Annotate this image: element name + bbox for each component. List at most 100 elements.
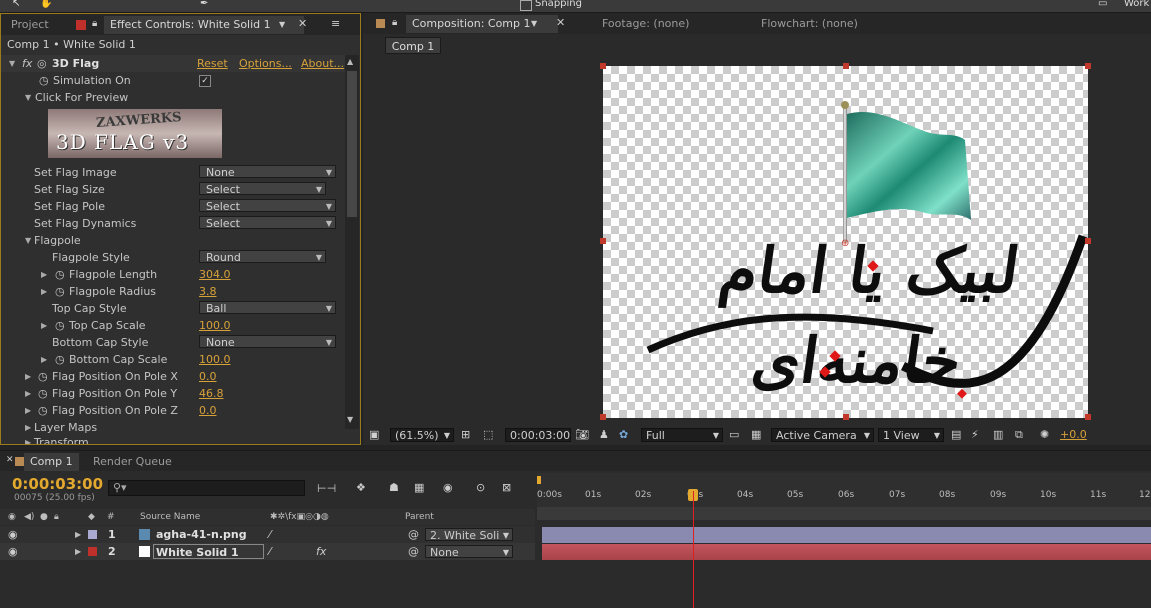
exposure-icon[interactable]: ✺ — [1040, 428, 1049, 442]
flag-dynamics-dropdown[interactable]: Select ▼ — [199, 216, 336, 230]
layer-row[interactable]: ◉ ▶ 1 agha-41-n.png ⁄ @ 2. White Soli ▼ — [0, 526, 535, 543]
flagpole-radius-value[interactable]: 3.8 — [199, 283, 217, 300]
transform-handle[interactable] — [1085, 238, 1091, 244]
effect-scrollbar[interactable]: ▲ ▼ — [345, 55, 359, 429]
camera-icon[interactable]: 📷︎ — [575, 428, 589, 442]
transform-handle[interactable] — [1085, 414, 1091, 420]
scroll-down-icon[interactable]: ▼ — [347, 415, 357, 427]
transform-handle[interactable] — [843, 414, 849, 420]
transform-handle[interactable] — [600, 414, 606, 420]
expand-triangle-icon[interactable]: ▶ — [25, 402, 31, 419]
layer-2-duration-bar[interactable] — [542, 544, 1151, 560]
eye-icon[interactable]: ◉ — [8, 526, 18, 543]
view-layout-dropdown[interactable]: 1 View ▼ — [878, 428, 944, 442]
layer-1-duration-bar[interactable] — [542, 527, 1151, 543]
flag-position-x-value[interactable]: 0.0 — [199, 368, 217, 385]
close-icon[interactable]: ✕ — [556, 16, 565, 29]
tab-comp-1[interactable]: Comp 1 — [24, 453, 79, 471]
comp-navigator-button[interactable]: Comp 1 — [385, 37, 441, 54]
flagpole-length-value[interactable]: 304.0 — [199, 266, 231, 283]
lock-icon[interactable]: 🔒︎ — [392, 17, 397, 28]
roi-icon[interactable]: ▭ — [729, 428, 739, 442]
reset-link[interactable]: Reset — [197, 55, 228, 72]
layer-row[interactable]: ◉ ▶ 2 White Solid 1 ⁄ fx @ None ▼ — [0, 543, 535, 560]
close-icon[interactable]: ✕ — [298, 17, 307, 30]
flag-image-dropdown[interactable]: None ▼ — [199, 165, 336, 179]
transform-handle[interactable] — [600, 63, 606, 69]
tab-render-queue[interactable]: Render Queue — [87, 453, 178, 471]
scroll-up-icon[interactable]: ▲ — [347, 57, 357, 69]
flag-position-z-value[interactable]: 0.0 — [199, 402, 217, 419]
layer-name[interactable]: agha-41-n.png — [156, 526, 247, 543]
fast-preview-icon[interactable]: ⚡ — [971, 428, 979, 442]
flagpole-style-dropdown[interactable]: Round ▼ — [199, 250, 326, 264]
options-link[interactable]: Options... — [239, 55, 292, 72]
tab-flowchart[interactable]: Flowchart: (none) — [755, 15, 864, 33]
workspace-icon[interactable]: ▭ — [1098, 0, 1107, 10]
layer-name[interactable]: White Solid 1 — [153, 544, 264, 559]
exposure-value[interactable]: +0.0 — [1060, 428, 1087, 442]
scrollbar-thumb[interactable] — [347, 71, 357, 217]
bottom-cap-scale-value[interactable]: 100.0 — [199, 351, 231, 368]
simulation-checkbox[interactable]: ✓ — [199, 75, 211, 87]
expand-triangle-icon[interactable]: ▶ — [41, 283, 47, 300]
fx-icon[interactable]: fx — [22, 55, 32, 72]
expand-triangle-icon[interactable]: ▶ — [75, 543, 81, 560]
stopwatch-icon[interactable]: ◷ — [39, 72, 49, 89]
workspace-label[interactable]: Work — [1124, 0, 1149, 10]
flag-size-dropdown[interactable]: Select ▼ — [199, 182, 326, 196]
chevron-down-icon[interactable]: ▼ — [279, 20, 285, 29]
resolution-dropdown[interactable]: Full ▼ — [641, 428, 723, 442]
zaxwerks-logo-preview[interactable]: ZAXWERKS 3D FLAG v3 — [48, 109, 222, 158]
grid-icon[interactable]: ⊞ — [461, 428, 470, 442]
channel-icon[interactable]: ✿ — [619, 428, 628, 442]
bottom-cap-style-dropdown[interactable]: None ▼ — [199, 335, 336, 349]
parent-dropdown[interactable]: None ▼ — [425, 545, 513, 559]
pen-tool-icon[interactable]: ✒ — [200, 0, 208, 10]
snapping-checkbox[interactable] — [520, 0, 532, 11]
expand-triangle-icon[interactable]: ▶ — [75, 526, 81, 543]
stopwatch-icon[interactable]: ◷ — [38, 385, 48, 402]
timeline-search-input[interactable]: ⚲▾ — [108, 480, 305, 496]
zoom-dropdown[interactable]: (61.5%) ▼ — [390, 428, 454, 442]
stopwatch-icon[interactable]: ◷ — [55, 317, 65, 334]
stopwatch-icon[interactable]: ◷ — [55, 351, 65, 368]
flag-pole-dropdown[interactable]: Select ▼ — [199, 199, 336, 213]
timeline-icon[interactable]: ▥ — [993, 428, 1003, 442]
transform-handle[interactable] — [843, 63, 849, 69]
eye-icon[interactable]: ◉ — [8, 543, 18, 560]
top-cap-scale-value[interactable]: 100.0 — [199, 317, 231, 334]
time-ruler[interactable]: 0:00s 01s 02s 03s 04s 05s 06s 07s 08s 09… — [537, 473, 1151, 507]
expand-triangle-icon[interactable]: ▶ — [25, 434, 31, 444]
lock-icon[interactable]: 🔒︎ — [92, 18, 97, 29]
current-time-field[interactable]: 0:00:03:00 — [505, 428, 571, 442]
flag-position-y-value[interactable]: 46.8 — [199, 385, 224, 402]
fx-icon[interactable]: fx — [316, 543, 326, 560]
transform-handle[interactable] — [1085, 63, 1091, 69]
show-snapshot-icon[interactable]: ♟ — [599, 428, 609, 442]
graph-editor-icon[interactable]: ⊙ — [476, 481, 485, 494]
top-cap-style-dropdown[interactable]: Ball ▼ — [199, 301, 336, 315]
expand-triangle-icon[interactable]: ▶ — [25, 368, 31, 385]
frame-blend-icon[interactable]: ▦ — [414, 481, 424, 494]
motion-blur-icon[interactable]: ◉ — [443, 481, 453, 494]
expand-triangle-icon[interactable]: ▼ — [25, 89, 31, 106]
timeline-timecode[interactable]: 0:00:03:00 — [12, 475, 103, 493]
shy-icon[interactable]: ☗ — [389, 481, 399, 494]
collapse-switch-icon[interactable]: ⁄ — [269, 526, 271, 543]
source-name-header[interactable]: Source Name — [140, 509, 200, 525]
chevron-down-icon[interactable]: ▼ — [531, 19, 537, 28]
transform-handle[interactable] — [600, 238, 606, 244]
stopwatch-icon[interactable]: ◷ — [55, 266, 65, 283]
expand-triangle-icon[interactable]: ▶ — [41, 266, 47, 283]
transparency-grid-icon[interactable]: ▦ — [751, 428, 761, 442]
close-icon[interactable]: ✕ — [6, 455, 14, 465]
selection-tool-icon[interactable]: ↖ — [12, 0, 20, 10]
work-area-bar[interactable] — [537, 507, 1151, 520]
brainstorm-icon[interactable]: ⊠ — [502, 481, 511, 494]
composition-canvas[interactable]: لبیک یا امام خامنه‌ای ⊕ — [603, 66, 1088, 418]
layer-label-color[interactable] — [88, 547, 97, 556]
tab-effect-controls[interactable]: Effect Controls: White Solid 1 — [104, 16, 304, 34]
panel-menu-icon[interactable]: ≡ — [331, 17, 340, 30]
pickwhip-icon[interactable]: @ — [408, 543, 419, 560]
